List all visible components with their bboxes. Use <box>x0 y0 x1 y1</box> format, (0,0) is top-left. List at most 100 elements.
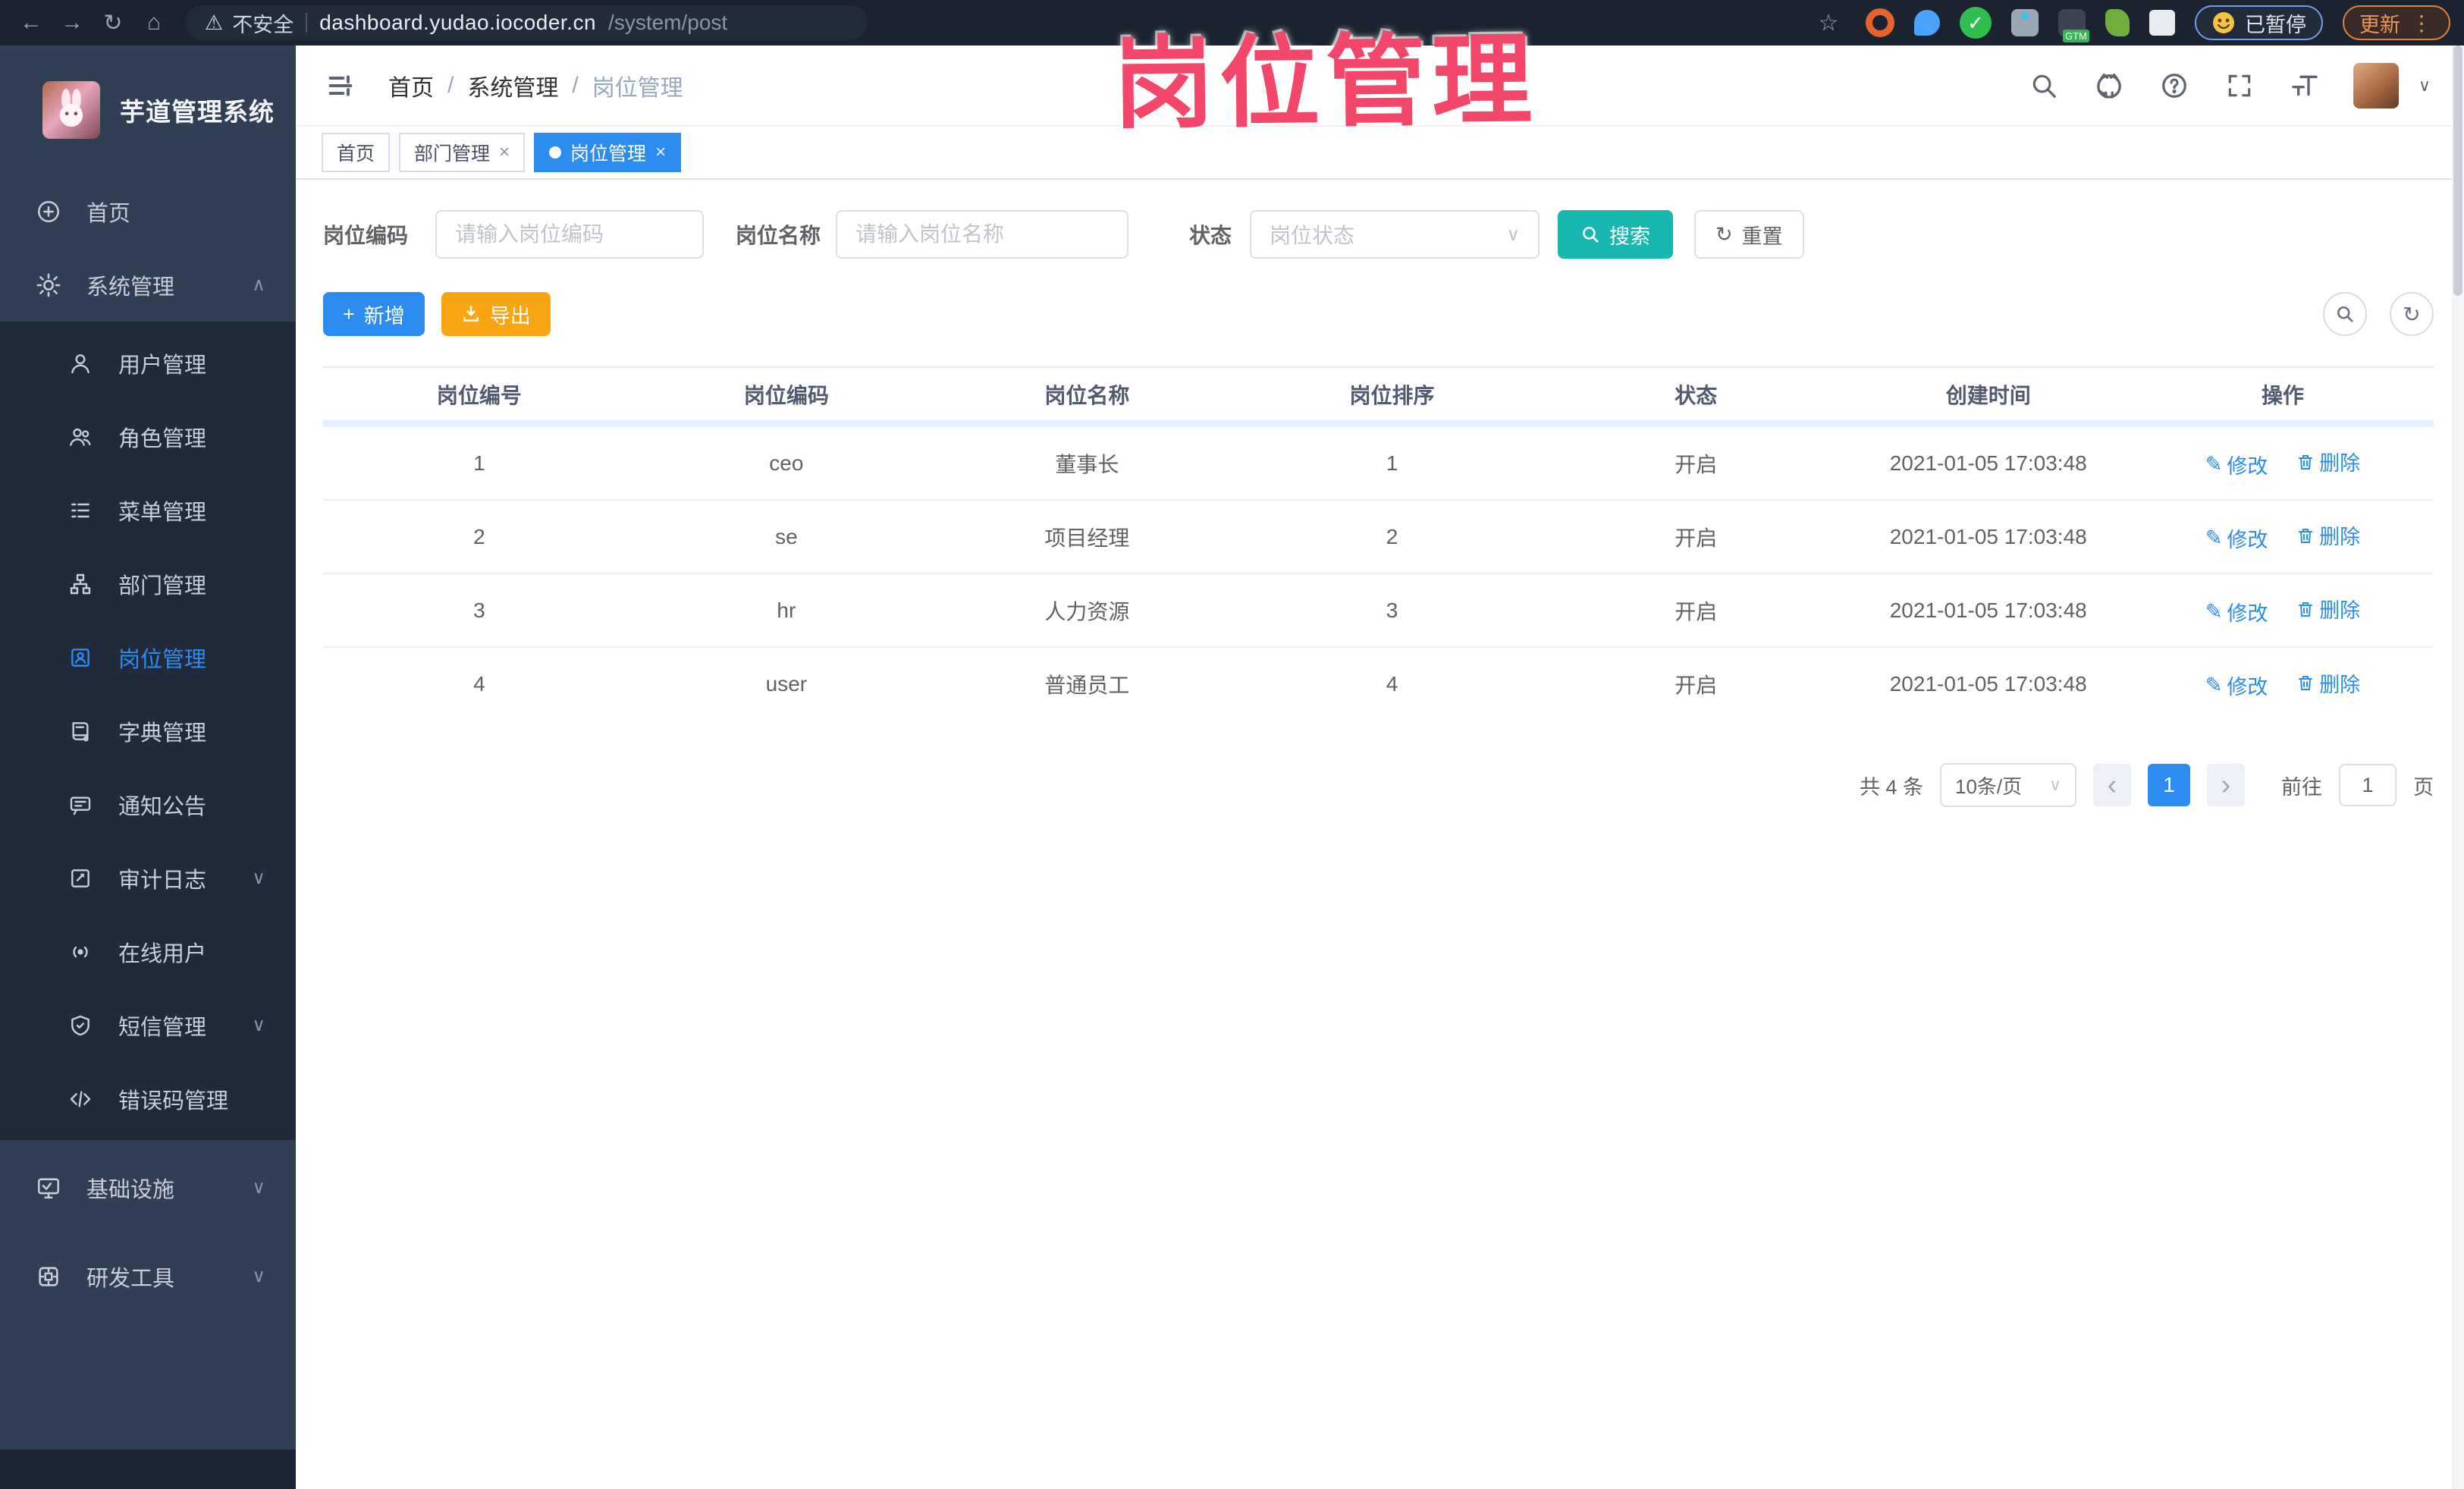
fullscreen-icon[interactable] <box>2223 69 2256 102</box>
cell-status: 开启 <box>1547 646 1845 721</box>
sidebar-item-users[interactable]: 用户管理 <box>0 326 296 400</box>
warning-icon: ⚠ <box>205 11 224 34</box>
tools-icon <box>33 1264 64 1290</box>
status-placeholder: 岗位状态 <box>1270 224 1355 247</box>
hamburger-icon[interactable] <box>323 68 358 103</box>
sidebar-item-system[interactable]: 系统管理 ∧ <box>0 248 296 322</box>
sidebar-item-error-codes[interactable]: 错误码管理 <box>0 1062 296 1136</box>
close-icon[interactable]: × <box>499 142 510 163</box>
sidebar-item-infrastructure[interactable]: 基础设施 ∨ <box>0 1151 296 1224</box>
breadcrumb-system[interactable]: 系统管理 <box>467 69 558 102</box>
cell-post-id: 3 <box>323 573 636 647</box>
page-unit-label: 页 <box>2413 775 2434 799</box>
export-button[interactable]: 导出 <box>441 292 551 336</box>
col-post-name: 岗位名称 <box>937 366 1238 420</box>
goto-page-input[interactable] <box>2339 764 2397 806</box>
url-path: /system/post <box>608 11 728 34</box>
extension-icon-puzzle[interactable] <box>2149 10 2175 36</box>
chevron-down-icon: ∨ <box>252 868 265 888</box>
edit-link[interactable]: ✎ 修改 <box>2205 671 2268 700</box>
browser-back-icon[interactable]: ← <box>14 5 49 40</box>
browser-forward-icon[interactable]: → <box>55 5 89 40</box>
sidebar-item-label: 通知公告 <box>118 794 207 819</box>
delete-link[interactable]: 删除 <box>2296 447 2360 476</box>
paused-extension-pill[interactable]: 已暂停 <box>2195 5 2323 40</box>
add-button[interactable]: + 新增 <box>323 292 425 336</box>
extension-icon-columns[interactable] <box>2011 9 2039 36</box>
delete-link[interactable]: 删除 <box>2296 520 2360 550</box>
chrome-menu-icon[interactable]: ⋮ <box>2411 11 2434 36</box>
post-code-input[interactable] <box>435 210 705 259</box>
sidebar-item-departments[interactable]: 部门管理 <box>0 547 296 620</box>
extension-icon-pin[interactable] <box>1914 10 1940 36</box>
page-header: 首页 / 系统管理 / 岗位管理 ∨ <box>296 46 2464 125</box>
refresh-icon: ↻ <box>2403 302 2421 326</box>
help-icon[interactable] <box>2158 69 2191 102</box>
sidebar-item-audit-log[interactable]: 审计日志 ∨ <box>0 841 296 915</box>
font-size-icon[interactable] <box>2288 69 2321 102</box>
security-label: 不安全 <box>232 13 294 36</box>
search-button[interactable]: 搜索 <box>1558 210 1674 259</box>
sidebar-item-posts[interactable]: 岗位管理 <box>0 620 296 694</box>
tab-posts[interactable]: 岗位管理 × <box>534 133 682 172</box>
breadcrumb-separator: / <box>447 72 454 98</box>
scrollbar-thumb[interactable] <box>2453 46 2462 296</box>
col-actions: 操作 <box>2131 366 2434 420</box>
system-submenu: 用户管理 角色管理 菜单管理 部门管理 岗位管理 字典管理 通知公告 审计日志 … <box>0 322 296 1140</box>
extension-icon-plant[interactable] <box>2105 9 2130 36</box>
cell-status: 开启 <box>1547 426 1845 500</box>
bookmark-star-icon[interactable]: ☆ <box>1811 5 1846 40</box>
header-strip <box>323 420 2434 426</box>
reset-button[interactable]: ↻ 重置 <box>1694 210 1804 259</box>
table-header-row: 岗位编号 岗位编码 岗位名称 岗位排序 状态 创建时间 操作 <box>323 366 2434 420</box>
col-status: 状态 <box>1547 366 1845 420</box>
tab-departments[interactable]: 部门管理 × <box>399 133 526 172</box>
cell-post-id: 1 <box>323 426 636 500</box>
sidebar-item-menus[interactable]: 菜单管理 <box>0 473 296 547</box>
sidebar: 芋道管理系统 首页 系统管理 ∧ 用户管理 角色管理 菜单管理 部门管理 岗位管… <box>0 46 296 1489</box>
sidebar-item-dicts[interactable]: 字典管理 <box>0 694 296 768</box>
sidebar-item-label: 系统管理 <box>86 275 175 300</box>
avatar-caret-icon[interactable]: ∨ <box>2418 76 2431 96</box>
github-icon[interactable] <box>2092 69 2126 102</box>
sidebar-item-online-users[interactable]: 在线用户 <box>0 915 296 988</box>
page-size-select[interactable]: 10条/页 ∨ <box>1940 763 2076 807</box>
search-icon[interactable] <box>2027 69 2061 102</box>
sidebar-item-sms[interactable]: 短信管理 ∨ <box>0 988 296 1062</box>
sidebar-item-devtools[interactable]: 研发工具 ∨ <box>0 1239 296 1313</box>
toggle-search-button[interactable] <box>2323 292 2367 336</box>
sidebar-item-roles[interactable]: 角色管理 <box>0 400 296 473</box>
scrollbar[interactable] <box>2452 46 2464 1489</box>
edit-link[interactable]: ✎ 修改 <box>2205 523 2268 553</box>
breadcrumb-home[interactable]: 首页 <box>388 69 434 102</box>
prev-page-button[interactable]: ‹ <box>2093 764 2131 806</box>
delete-link[interactable]: 删除 <box>2296 594 2360 624</box>
dictionary-icon <box>65 719 96 743</box>
cell-post-code: user <box>635 646 937 721</box>
post-badge-icon <box>65 646 96 670</box>
status-select[interactable]: 岗位状态 ∨ <box>1250 210 1540 259</box>
browser-home-icon[interactable]: ⌂ <box>137 5 171 40</box>
address-bar[interactable]: ⚠ 不安全 dashboard.yudao.iocoder.cn /system… <box>185 5 868 40</box>
sidebar-item-home[interactable]: 首页 <box>0 174 296 248</box>
tab-home[interactable]: 首页 <box>322 133 391 172</box>
avatar[interactable] <box>2353 62 2399 108</box>
chevron-down-icon: ∨ <box>2048 775 2061 794</box>
close-icon[interactable]: × <box>655 142 666 163</box>
app-logo-row[interactable]: 芋道管理系统 <box>0 46 296 174</box>
update-button[interactable]: 更新 ⋮ <box>2343 5 2450 40</box>
next-page-button[interactable]: › <box>2207 764 2245 806</box>
delete-link[interactable]: 删除 <box>2296 668 2360 698</box>
edit-link[interactable]: ✎ 修改 <box>2205 450 2268 479</box>
gear-icon <box>33 272 64 298</box>
refresh-table-button[interactable]: ↻ <box>2390 292 2434 336</box>
extension-icon-orange[interactable] <box>1866 8 1894 37</box>
extension-icon-check[interactable]: ✓ <box>1960 7 1992 39</box>
extension-icon-gtm[interactable]: GTM <box>2058 9 2089 42</box>
current-page[interactable]: 1 <box>2148 764 2190 806</box>
browser-refresh-icon[interactable]: ↻ <box>96 5 130 40</box>
sidebar-item-notices[interactable]: 通知公告 <box>0 768 296 841</box>
post-name-input[interactable] <box>836 210 1129 259</box>
security-warning[interactable]: ⚠ 不安全 <box>205 8 293 38</box>
edit-link[interactable]: ✎ 修改 <box>2205 597 2268 627</box>
